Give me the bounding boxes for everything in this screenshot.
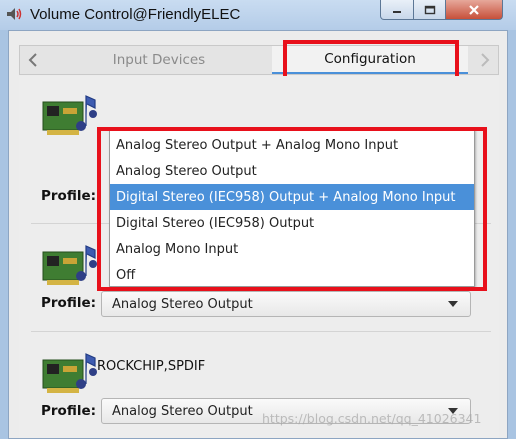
sound-card-music-icon bbox=[42, 353, 97, 393]
profile-select-value: Analog Stereo Output bbox=[112, 296, 253, 312]
speaker-icon bbox=[7, 8, 22, 20]
window-title: Volume Control@FriendlyELEC bbox=[30, 6, 241, 23]
maximize-icon bbox=[424, 5, 435, 14]
device-name: ROCKCHIP,SPDIF bbox=[97, 359, 206, 374]
maximize-button[interactable] bbox=[413, 0, 446, 20]
sound-card-music-icon bbox=[42, 95, 97, 135]
profile-label: Profile: bbox=[41, 403, 97, 419]
minimize-icon bbox=[393, 10, 401, 13]
profile-label: Profile: bbox=[41, 188, 97, 204]
tab-scroll-left-button[interactable] bbox=[20, 46, 46, 74]
caret-down-icon bbox=[448, 301, 458, 307]
tab-input-devices[interactable]: Input Devices bbox=[46, 46, 272, 74]
profile-select-value: Analog Stereo Output bbox=[112, 403, 253, 419]
chevron-left-icon bbox=[28, 53, 37, 67]
close-button[interactable] bbox=[445, 0, 503, 20]
close-icon bbox=[469, 4, 479, 15]
tab-scroll-right-button[interactable] bbox=[472, 46, 498, 74]
client-area: Input Devices Configuration Profile: Pro… bbox=[8, 30, 508, 439]
chevron-right-icon bbox=[481, 53, 490, 67]
profile-label: Profile: bbox=[41, 295, 97, 311]
profile-select[interactable]: Analog Stereo Output bbox=[101, 291, 471, 317]
separator bbox=[31, 331, 491, 332]
sound-card-music-icon bbox=[42, 245, 97, 285]
watermark: https://blog.csdn.net/qq_41026341 bbox=[262, 411, 482, 426]
title-bar: Volume Control@FriendlyELEC bbox=[0, 0, 516, 30]
annotation-highlight-menu bbox=[97, 127, 487, 291]
minimize-button[interactable] bbox=[380, 0, 414, 20]
